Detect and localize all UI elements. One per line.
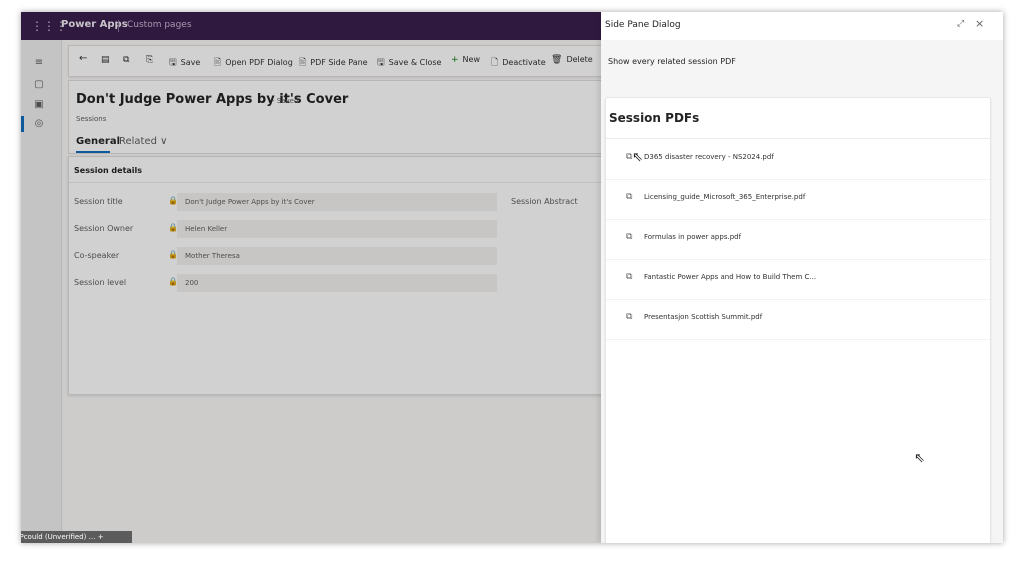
open-external-icon[interactable]: ⧉ xyxy=(626,232,632,242)
open-external-icon[interactable]: ⧉ xyxy=(626,312,632,322)
deactivate-label: Deactivate xyxy=(502,58,546,67)
mouse-cursor-icon: ⇖ xyxy=(632,150,643,165)
side-pane-body: Show every related session PDF Session P… xyxy=(601,40,1003,543)
record-header: Don't Judge Power Apps by it's Cover - S… xyxy=(68,80,610,154)
list-item[interactable]: ⧉ Presentasjon Scottish Summit.pdf xyxy=(606,301,990,340)
new-label: New xyxy=(462,55,480,64)
pdf-link[interactable]: Licensing_guide_Microsoft_365_Enterprise… xyxy=(644,193,805,201)
left-navigation: ≡ ▢ ▣ ◎ xyxy=(21,40,62,543)
chevron-down-icon: ∨ xyxy=(160,136,168,147)
deactivate-button[interactable]: 🗋 Deactivate xyxy=(491,55,546,71)
entity-name: Sessions xyxy=(76,115,107,123)
session-level-field[interactable]: 200 xyxy=(177,274,497,292)
side-pane-dialog: Side Pane Dialog ⤢ × Show every related … xyxy=(601,12,1003,543)
recent-icon[interactable]: ▢ xyxy=(31,78,47,92)
record-title: Don't Judge Power Apps by it's Cover xyxy=(76,92,349,107)
plus-icon: + xyxy=(451,55,459,65)
session-pdfs-card: Session PDFs ⧉ D365 disaster recovery - … xyxy=(605,97,991,543)
close-icon[interactable]: × xyxy=(975,17,984,30)
save-close-label: Save & Close xyxy=(388,58,442,67)
session-title-field[interactable]: Don't Judge Power Apps by it's Cover xyxy=(177,193,497,211)
open-external-icon[interactable]: ⧉ xyxy=(626,272,632,282)
open-pdf-dialog-button[interactable]: 🖹 Open PDF Dialog xyxy=(214,55,293,71)
open-new-window-button[interactable]: ⧉ xyxy=(123,55,133,65)
open-new-window-icon: ⧉ xyxy=(123,55,130,65)
pdf-side-pane-label: PDF Side Pane xyxy=(310,58,368,67)
save-button[interactable]: 🖫 Save xyxy=(169,55,200,71)
list-item[interactable]: ⧉ Licensing_guide_Microsoft_365_Enterpri… xyxy=(606,181,990,220)
deactivate-icon: 🗋 xyxy=(491,58,499,68)
save-status: - Saved xyxy=(272,97,299,105)
co-speaker-label: Co-speaker xyxy=(74,251,120,260)
co-speaker-field[interactable]: Mother Theresa xyxy=(177,247,497,265)
side-pane-title: Side Pane Dialog xyxy=(605,20,681,30)
delete-label: Delete xyxy=(566,55,593,64)
waffle-icon[interactable]: ⋮⋮⋮ xyxy=(31,18,67,34)
tab-related[interactable]: Related ∨ xyxy=(119,136,168,147)
active-tab-indicator xyxy=(76,151,110,153)
status-bar: ning Pcould (Unverified) … + xyxy=(21,531,132,543)
pdf-icon: 🖹 xyxy=(214,58,222,68)
divider xyxy=(118,20,119,32)
share-icon: ⎘ xyxy=(146,55,154,65)
session-level-label: Session level xyxy=(74,278,127,287)
tab-general[interactable]: General xyxy=(76,136,120,147)
tab-related-label: Related xyxy=(119,136,157,147)
form-icon: ▤ xyxy=(101,55,110,65)
sessions-icon[interactable]: ◎ xyxy=(31,117,47,131)
session-owner-field[interactable]: Helen Keller xyxy=(177,220,497,238)
pdf-link[interactable]: Presentasjon Scottish Summit.pdf xyxy=(644,313,762,321)
active-indicator xyxy=(21,116,24,132)
expand-icon[interactable]: ⤢ xyxy=(957,19,964,29)
pinned-icon[interactable]: ▣ xyxy=(31,98,47,112)
app-subtitle: Custom pages xyxy=(127,20,192,30)
section-title: Session details xyxy=(74,166,143,175)
open-pdf-dialog-label: Open PDF Dialog xyxy=(225,58,293,67)
card-title: Session PDFs xyxy=(609,111,700,125)
share-button[interactable]: ⎘ xyxy=(146,55,157,65)
pdf-link[interactable]: D365 disaster recovery - NS2024.pdf xyxy=(644,153,774,161)
mouse-cursor-icon: ⇖ xyxy=(914,451,925,466)
divider xyxy=(606,138,990,139)
delete-icon: 🗑 xyxy=(551,55,563,65)
list-item[interactable]: ⧉ Fantastic Power Apps and How to Build … xyxy=(606,261,990,300)
pdf-link[interactable]: Formulas in power apps.pdf xyxy=(644,233,741,241)
pdf-icon: 🖹 xyxy=(299,58,307,68)
save-close-button[interactable]: 🖫 Save & Close xyxy=(377,55,441,71)
new-button[interactable]: + New xyxy=(451,55,480,65)
hamburger-icon[interactable]: ≡ xyxy=(31,56,47,70)
pdf-side-pane-button[interactable]: 🖹 PDF Side Pane xyxy=(299,55,368,71)
save-close-icon: 🖫 xyxy=(377,58,385,68)
session-owner-label: Session Owner xyxy=(74,224,134,233)
session-title-label: Session title xyxy=(74,197,123,206)
save-label: Save xyxy=(180,58,201,67)
app-window: ⋮⋮⋮ Power Apps Custom pages ≡ ▢ ▣ ◎ ← ▤ … xyxy=(21,12,1003,543)
pdf-link[interactable]: Fantastic Power Apps and How to Build Th… xyxy=(644,273,816,281)
delete-button[interactable]: 🗑 Delete xyxy=(551,55,593,65)
session-abstract-label: Session Abstract xyxy=(511,197,578,206)
back-button[interactable]: ← xyxy=(79,53,87,64)
session-details-section: Session details Session title 🔒 Don't Ju… xyxy=(68,156,610,395)
list-item[interactable]: ⧉ Formulas in power apps.pdf xyxy=(606,221,990,260)
list-item[interactable]: ⧉ D365 disaster recovery - NS2024.pdf xyxy=(606,141,990,180)
side-pane-subtitle: Show every related session PDF xyxy=(608,57,736,66)
save-icon: 🖫 xyxy=(169,58,177,68)
command-bar: ← ▤ ⧉ ⎘ 🖫 Save 🖹 Open PDF Dialog 🖹 PDF Side… xyxy=(68,45,610,77)
form-selector-button[interactable]: ▤ xyxy=(101,55,114,65)
divider xyxy=(69,182,609,183)
open-external-icon[interactable]: ⧉ xyxy=(626,192,632,202)
